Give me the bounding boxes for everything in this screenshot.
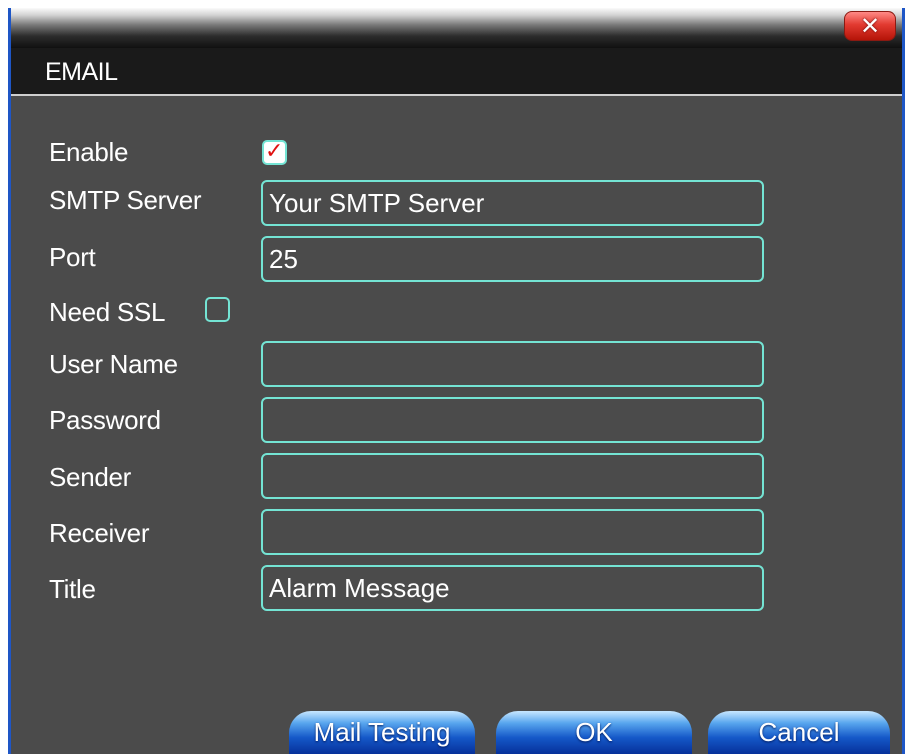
title-bar: ✕: [11, 8, 902, 48]
sender-input[interactable]: [261, 453, 764, 499]
smtp-server-input[interactable]: [261, 180, 764, 226]
dialog-title: EMAIL: [45, 58, 118, 86]
port-input[interactable]: [261, 236, 764, 282]
port-label: Port: [49, 242, 96, 272]
enable-label: Enable: [49, 137, 129, 167]
receiver-input[interactable]: [261, 509, 764, 555]
dialog-header: EMAIL: [11, 48, 902, 96]
close-button[interactable]: ✕: [844, 11, 896, 41]
password-label: Password: [49, 405, 161, 435]
close-icon: ✕: [859, 13, 881, 40]
mail-testing-button[interactable]: Mail Testing: [289, 711, 475, 754]
user-name-input[interactable]: [261, 341, 764, 387]
title-input[interactable]: [261, 565, 764, 611]
need-ssl-checkbox[interactable]: [205, 297, 230, 322]
email-dialog: ✕ EMAIL Enable ✓ SMTP Server Port Need S…: [8, 8, 905, 754]
title-label: Title: [49, 574, 96, 604]
cancel-button[interactable]: Cancel: [708, 711, 890, 754]
enable-checkbox[interactable]: ✓: [262, 138, 287, 165]
need-ssl-label: Need SSL: [49, 297, 166, 327]
password-input[interactable]: [261, 397, 764, 443]
smtp-server-label: SMTP Server: [49, 185, 202, 215]
checkmark-icon: ✓: [265, 138, 284, 163]
sender-label: Sender: [49, 462, 132, 492]
ok-button[interactable]: OK: [496, 711, 692, 754]
user-name-label: User Name: [49, 349, 178, 379]
receiver-label: Receiver: [49, 518, 150, 548]
